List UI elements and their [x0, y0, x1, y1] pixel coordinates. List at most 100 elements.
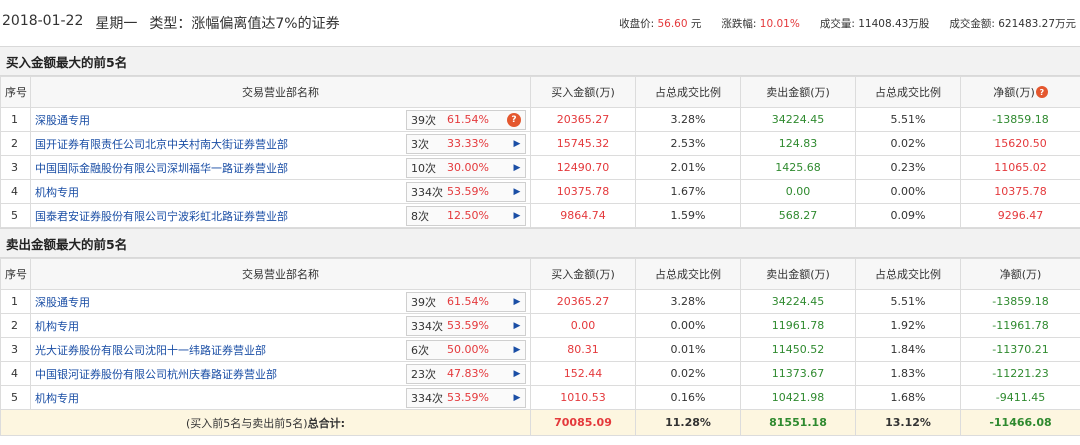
row-name-cell: 中国银河证券股份有限公司杭州庆春路证券营业部 23次 47.83% ▶ [30, 361, 531, 386]
expand-arrow-icon[interactable]: ▶ [509, 163, 525, 173]
row-sell-ratio: 5.51% [855, 289, 961, 314]
total-row: (买入前5名与卖出前5名)总合计: 70085.09 11.28% 81551.… [0, 409, 1080, 436]
row-net: -11961.78 [960, 313, 1080, 338]
branch-name-link[interactable]: 国开证券有限责任公司北京中关村南大街证券营业部 [35, 136, 406, 152]
row-sell: 0.00 [740, 179, 856, 204]
turnover-label: 成交金额: [949, 17, 995, 30]
row-name-cell: 深股通专用 39次 61.54% ▶ [30, 289, 531, 314]
row-buy: 12490.70 [530, 155, 636, 180]
count-value: 10次 [411, 161, 436, 175]
row-buy: 15745.32 [530, 131, 636, 156]
count-value: 8次 [411, 209, 429, 223]
branch-name-link[interactable]: 深股通专用 [35, 112, 406, 128]
question-icon[interactable]: ? [1035, 86, 1048, 98]
sell-table: 序号 交易营业部名称 买入金额(万) 占总成交比例 卖出金额(万) 占总成交比例… [0, 258, 1080, 436]
row-net: -13859.18 [960, 107, 1080, 132]
col-sell-ratio: 占总成交比例 [855, 258, 961, 290]
count-box[interactable]: 334次 53.59% ▶ [406, 181, 526, 202]
expand-arrow-icon[interactable]: ▶ [509, 187, 525, 197]
row-sell-ratio: 1.84% [855, 337, 961, 362]
row-buy: 152.44 [530, 361, 636, 386]
row-buy-ratio: 2.01% [635, 155, 741, 180]
question-icon[interactable]: ? [507, 112, 521, 127]
count-value: 334次 [411, 185, 443, 199]
row-net: 15620.50 [960, 131, 1080, 156]
row-index: 1 [0, 107, 31, 132]
row-net: -13859.18 [960, 289, 1080, 314]
row-name-cell: 国开证券有限责任公司北京中关村南大街证券营业部 3次 33.33% ▶ [30, 131, 531, 156]
row-name-cell: 光大证券股份有限公司沈阳十一纬路证券营业部 6次 50.00% ▶ [30, 337, 531, 362]
row-name-cell: 机构专用 334次 53.59% ▶ [30, 313, 531, 338]
branch-name-link[interactable]: 机构专用 [35, 318, 406, 334]
count-box[interactable]: 39次 61.54% ▶ [406, 291, 526, 312]
row-index: 3 [0, 155, 31, 180]
row-index: 5 [0, 385, 31, 410]
col-sell: 卖出金额(万) [740, 76, 856, 108]
row-net: -9411.45 [960, 385, 1080, 410]
count-box[interactable]: 3次 33.33% ▶ [406, 133, 526, 154]
count-value: 23次 [411, 367, 436, 381]
table-row: 5 国泰君安证券股份有限公司宁波彩虹北路证券营业部 8次 12.50% ▶ 9864.74… [0, 203, 1080, 228]
count-pct: 30.00% [447, 161, 489, 174]
branch-name-link[interactable]: 中国银河证券股份有限公司杭州庆春路证券营业部 [35, 366, 406, 382]
count-box[interactable]: 8次 12.50% ▶ [406, 205, 526, 226]
expand-arrow-icon[interactable]: ▶ [509, 211, 525, 221]
trade-date: 2018-01-22 [2, 13, 84, 29]
col-net-label: 净额(万) [993, 86, 1035, 99]
col-buy-ratio: 占总成交比例 [635, 258, 741, 290]
row-buy: 20365.27 [530, 107, 636, 132]
count-box[interactable]: 39次 61.54%? [406, 109, 526, 130]
count-box[interactable]: 10次 30.00% ▶ [406, 157, 526, 178]
volume-value: 11408.43万股 [858, 17, 930, 30]
expand-arrow-icon[interactable]: ▶ [509, 345, 525, 355]
table-row: 2 机构专用 334次 53.59% ▶ 0.00 0.00% 11961.78 1.92% -1… [0, 313, 1080, 338]
row-buy-ratio: 3.28% [635, 107, 741, 132]
row-name-cell: 深股通专用 39次 61.54%? [30, 107, 531, 132]
count-box[interactable]: 23次 47.83% ▶ [406, 363, 526, 384]
total-net: -11466.08 [960, 409, 1080, 436]
expand-arrow-icon[interactable]: ▶ [509, 393, 525, 403]
count-value: 3次 [411, 137, 429, 151]
buy-table-header: 序号 交易营业部名称 买入金额(万) 占总成交比例 卖出金额(万) 占总成交比例… [0, 76, 1080, 108]
row-buy-ratio: 0.01% [635, 337, 741, 362]
expand-arrow-icon[interactable]: ▶ [509, 139, 525, 149]
branch-name-link[interactable]: 机构专用 [35, 184, 406, 200]
close-unit: 元 [690, 17, 702, 30]
col-name: 交易营业部名称 [30, 258, 531, 290]
branch-name-link[interactable]: 机构专用 [35, 390, 406, 406]
row-buy: 20365.27 [530, 289, 636, 314]
branch-name-link[interactable]: 光大证券股份有限公司沈阳十一纬路证券营业部 [35, 342, 406, 358]
count-box[interactable]: 334次 53.59% ▶ [406, 315, 526, 336]
count-box[interactable]: 334次 53.59% ▶ [406, 387, 526, 408]
expand-arrow-icon[interactable]: ▶ [509, 369, 525, 379]
col-buy: 买入金额(万) [530, 76, 636, 108]
row-sell-ratio: 1.83% [855, 361, 961, 386]
count-pct: 61.54% [447, 295, 489, 308]
row-buy-ratio: 3.28% [635, 289, 741, 314]
count-box[interactable]: 6次 50.00% ▶ [406, 339, 526, 360]
row-name-cell: 机构专用 334次 53.59% ▶ [30, 385, 531, 410]
table-row: 1 深股通专用 39次 61.54%? 20365.27 3.28% 34224.45 5.5… [0, 107, 1080, 132]
row-index: 4 [0, 179, 31, 204]
table-row: 4 机构专用 334次 53.59% ▶ 10375.78 1.67% 0.00 0.00% 10… [0, 179, 1080, 204]
count-value: 6次 [411, 343, 429, 357]
row-index: 5 [0, 203, 31, 228]
col-idx: 序号 [0, 76, 31, 108]
row-sell: 34224.45 [740, 289, 856, 314]
change-label: 涨跌幅: [721, 17, 757, 30]
expand-arrow-icon[interactable]: ▶ [509, 321, 525, 331]
row-index: 4 [0, 361, 31, 386]
table-row: 4 中国银河证券股份有限公司杭州庆春路证券营业部 23次 47.83% ▶ 152.44 0… [0, 361, 1080, 386]
row-buy-ratio: 0.16% [635, 385, 741, 410]
row-sell: 34224.45 [740, 107, 856, 132]
row-index: 2 [0, 313, 31, 338]
turnover-stat: 成交金额: 621483.27万元 [949, 16, 1076, 31]
row-name-cell: 国泰君安证券股份有限公司宁波彩虹北路证券营业部 8次 12.50% ▶ [30, 203, 531, 228]
expand-arrow-icon[interactable]: ▶ [509, 297, 525, 307]
branch-name-link[interactable]: 国泰君安证券股份有限公司宁波彩虹北路证券营业部 [35, 208, 406, 224]
branch-name-link[interactable]: 中国国际金融股份有限公司深圳福华一路证券营业部 [35, 160, 406, 176]
row-net: 9296.47 [960, 203, 1080, 228]
row-buy: 1010.53 [530, 385, 636, 410]
branch-name-link[interactable]: 深股通专用 [35, 294, 406, 310]
count-value: 334次 [411, 319, 443, 333]
